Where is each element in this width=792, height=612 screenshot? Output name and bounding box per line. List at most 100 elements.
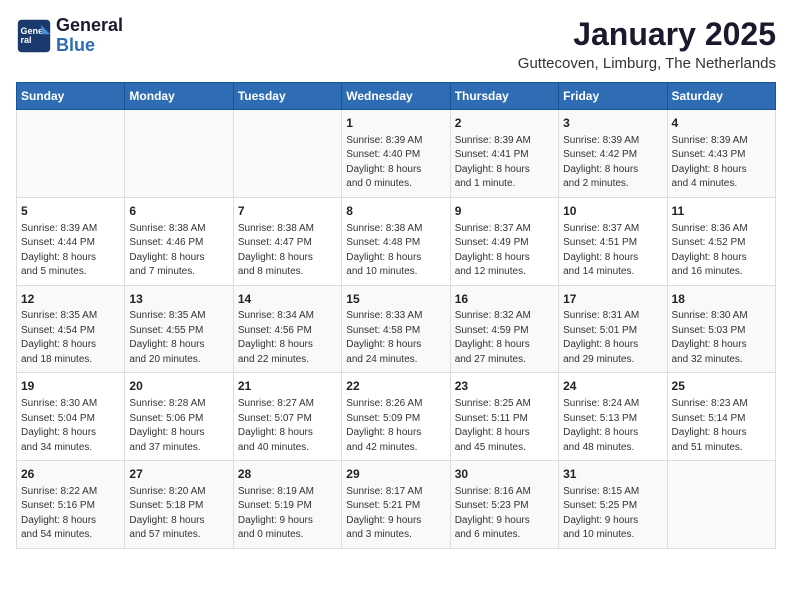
day-info: Sunrise: 8:38 AM Sunset: 4:47 PM Dayligh… xyxy=(238,222,337,280)
calendar-cell: 9 Sunrise: 8:37 AM Sunset: 4:49 PM Daylig… xyxy=(450,197,558,285)
day-info: Sunrise: 8:39 AM Sunset: 4:44 PM Dayligh… xyxy=(21,222,120,280)
day-info: Sunrise: 8:39 AM Sunset: 4:42 PM Dayligh… xyxy=(563,134,662,192)
calendar-cell: 6 Sunrise: 8:38 AM Sunset: 4:46 PM Daylig… xyxy=(125,197,233,285)
day-info: Sunrise: 8:23 AM Sunset: 5:14 PM Dayligh… xyxy=(672,397,771,455)
day-number: 24 xyxy=(563,378,662,395)
day-number: 6 xyxy=(129,203,228,220)
svg-text:ral: ral xyxy=(21,35,32,45)
calendar-cell: 30 Sunrise: 8:16 AM Sunset: 5:23 PM Dayli… xyxy=(450,461,558,549)
day-info: Sunrise: 8:32 AM Sunset: 4:59 PM Dayligh… xyxy=(455,309,554,367)
day-number: 10 xyxy=(563,203,662,220)
calendar-week-row: 26 Sunrise: 8:22 AM Sunset: 5:16 PM Dayli… xyxy=(17,461,776,549)
day-number: 2 xyxy=(455,115,554,132)
day-number: 29 xyxy=(346,466,445,483)
calendar-cell: 12Sunrise: 8:35 AM Sunset: 4:54 PM Dayli… xyxy=(17,285,125,373)
day-number: 15 xyxy=(346,291,445,308)
day-info: Sunrise: 8:31 AM Sunset: 5:01 PM Dayligh… xyxy=(563,309,662,367)
calendar-cell: 13Sunrise: 8:35 AM Sunset: 4:55 PM Dayli… xyxy=(125,285,233,373)
day-info: Sunrise: 8:20 AM Sunset: 5:18 PM Dayligh… xyxy=(129,485,228,543)
day-number: 8 xyxy=(346,203,445,220)
calendar-cell: 18Sunrise: 8:30 AM Sunset: 5:03 PM Dayli… xyxy=(667,285,775,373)
day-number: 27 xyxy=(129,466,228,483)
day-info: Sunrise: 8:38 AM Sunset: 4:46 PM Dayligh… xyxy=(129,222,228,280)
day-number: 14 xyxy=(238,291,337,308)
day-info: Sunrise: 8:30 AM Sunset: 5:04 PM Dayligh… xyxy=(21,397,120,455)
day-info: Sunrise: 8:19 AM Sunset: 5:19 PM Dayligh… xyxy=(238,485,337,543)
calendar-cell: 3Sunrise: 8:39 AM Sunset: 4:42 PM Daylig… xyxy=(559,110,667,198)
day-number: 4 xyxy=(672,115,771,132)
calendar-cell: 16Sunrise: 8:32 AM Sunset: 4:59 PM Dayli… xyxy=(450,285,558,373)
day-info: Sunrise: 8:37 AM Sunset: 4:49 PM Dayligh… xyxy=(455,222,554,280)
day-number: 25 xyxy=(672,378,771,395)
day-info: Sunrise: 8:16 AM Sunset: 5:23 PM Dayligh… xyxy=(455,485,554,543)
day-number: 17 xyxy=(563,291,662,308)
calendar-week-row: 12Sunrise: 8:35 AM Sunset: 4:54 PM Dayli… xyxy=(17,285,776,373)
day-number: 9 xyxy=(455,203,554,220)
day-number: 23 xyxy=(455,378,554,395)
calendar-cell: 24 Sunrise: 8:24 AM Sunset: 5:13 PM Dayli… xyxy=(559,373,667,461)
day-number: 31 xyxy=(563,466,662,483)
calendar-table: SundayMondayTuesdayWednesdayThursdayFrid… xyxy=(16,82,776,549)
calendar-cell: 11 Sunrise: 8:36 AM Sunset: 4:52 PM Dayli… xyxy=(667,197,775,285)
calendar-cell: 29 Sunrise: 8:17 AM Sunset: 5:21 PM Dayli… xyxy=(342,461,450,549)
calendar-week-row: 5Sunrise: 8:39 AM Sunset: 4:44 PM Daylig… xyxy=(17,197,776,285)
calendar-cell xyxy=(233,110,341,198)
day-info: Sunrise: 8:37 AM Sunset: 4:51 PM Dayligh… xyxy=(563,222,662,280)
day-number: 1 xyxy=(346,115,445,132)
calendar-week-row: 1Sunrise: 8:39 AM Sunset: 4:40 PM Daylig… xyxy=(17,110,776,198)
calendar-cell: 1Sunrise: 8:39 AM Sunset: 4:40 PM Daylig… xyxy=(342,110,450,198)
calendar-cell: 23 Sunrise: 8:25 AM Sunset: 5:11 PM Dayli… xyxy=(450,373,558,461)
calendar-header-row: SundayMondayTuesdayWednesdayThursdayFrid… xyxy=(17,83,776,110)
logo: Gene- ral General Blue xyxy=(16,16,123,56)
calendar-cell: 22 Sunrise: 8:26 AM Sunset: 5:09 PM Dayli… xyxy=(342,373,450,461)
calendar-cell: 15Sunrise: 8:33 AM Sunset: 4:58 PM Dayli… xyxy=(342,285,450,373)
day-info: Sunrise: 8:15 AM Sunset: 5:25 PM Dayligh… xyxy=(563,485,662,543)
calendar-cell xyxy=(17,110,125,198)
page-title: January 2025 xyxy=(518,16,776,53)
day-info: Sunrise: 8:34 AM Sunset: 4:56 PM Dayligh… xyxy=(238,309,337,367)
day-number: 21 xyxy=(238,378,337,395)
day-info: Sunrise: 8:33 AM Sunset: 4:58 PM Dayligh… xyxy=(346,309,445,367)
calendar-cell: 2 Sunrise: 8:39 AM Sunset: 4:41 PM Daylig… xyxy=(450,110,558,198)
calendar-cell: 28 Sunrise: 8:19 AM Sunset: 5:19 PM Dayli… xyxy=(233,461,341,549)
weekday-header: Friday xyxy=(559,83,667,110)
day-number: 19 xyxy=(21,378,120,395)
calendar-cell: 27 Sunrise: 8:20 AM Sunset: 5:18 PM Dayli… xyxy=(125,461,233,549)
day-number: 13 xyxy=(129,291,228,308)
page-subtitle: Guttecoven, Limburg, The Netherlands xyxy=(518,55,776,72)
day-number: 12 xyxy=(21,291,120,308)
day-number: 26 xyxy=(21,466,120,483)
weekday-header: Wednesday xyxy=(342,83,450,110)
day-info: Sunrise: 8:25 AM Sunset: 5:11 PM Dayligh… xyxy=(455,397,554,455)
day-info: Sunrise: 8:39 AM Sunset: 4:41 PM Dayligh… xyxy=(455,134,554,192)
calendar-cell xyxy=(125,110,233,198)
calendar-cell: 20 Sunrise: 8:28 AM Sunset: 5:06 PM Dayli… xyxy=(125,373,233,461)
day-info: Sunrise: 8:28 AM Sunset: 5:06 PM Dayligh… xyxy=(129,397,228,455)
logo-text: General Blue xyxy=(56,16,123,56)
calendar-cell: 4Sunrise: 8:39 AM Sunset: 4:43 PM Daylig… xyxy=(667,110,775,198)
day-number: 20 xyxy=(129,378,228,395)
day-info: Sunrise: 8:26 AM Sunset: 5:09 PM Dayligh… xyxy=(346,397,445,455)
calendar-cell: 31 Sunrise: 8:15 AM Sunset: 5:25 PM Dayli… xyxy=(559,461,667,549)
weekday-header: Monday xyxy=(125,83,233,110)
weekday-header: Thursday xyxy=(450,83,558,110)
day-number: 22 xyxy=(346,378,445,395)
calendar-cell: 7Sunrise: 8:38 AM Sunset: 4:47 PM Daylig… xyxy=(233,197,341,285)
day-number: 28 xyxy=(238,466,337,483)
calendar-cell: 5Sunrise: 8:39 AM Sunset: 4:44 PM Daylig… xyxy=(17,197,125,285)
day-info: Sunrise: 8:17 AM Sunset: 5:21 PM Dayligh… xyxy=(346,485,445,543)
calendar-cell: 14Sunrise: 8:34 AM Sunset: 4:56 PM Dayli… xyxy=(233,285,341,373)
calendar-cell: 10 Sunrise: 8:37 AM Sunset: 4:51 PM Dayli… xyxy=(559,197,667,285)
day-number: 11 xyxy=(672,203,771,220)
day-number: 30 xyxy=(455,466,554,483)
day-info: Sunrise: 8:30 AM Sunset: 5:03 PM Dayligh… xyxy=(672,309,771,367)
day-info: Sunrise: 8:36 AM Sunset: 4:52 PM Dayligh… xyxy=(672,222,771,280)
day-info: Sunrise: 8:35 AM Sunset: 4:55 PM Dayligh… xyxy=(129,309,228,367)
day-info: Sunrise: 8:35 AM Sunset: 4:54 PM Dayligh… xyxy=(21,309,120,367)
weekday-header: Sunday xyxy=(17,83,125,110)
day-info: Sunrise: 8:24 AM Sunset: 5:13 PM Dayligh… xyxy=(563,397,662,455)
logo-icon: Gene- ral xyxy=(16,18,52,54)
day-number: 18 xyxy=(672,291,771,308)
calendar-cell: 25 Sunrise: 8:23 AM Sunset: 5:14 PM Dayli… xyxy=(667,373,775,461)
day-info: Sunrise: 8:22 AM Sunset: 5:16 PM Dayligh… xyxy=(21,485,120,543)
